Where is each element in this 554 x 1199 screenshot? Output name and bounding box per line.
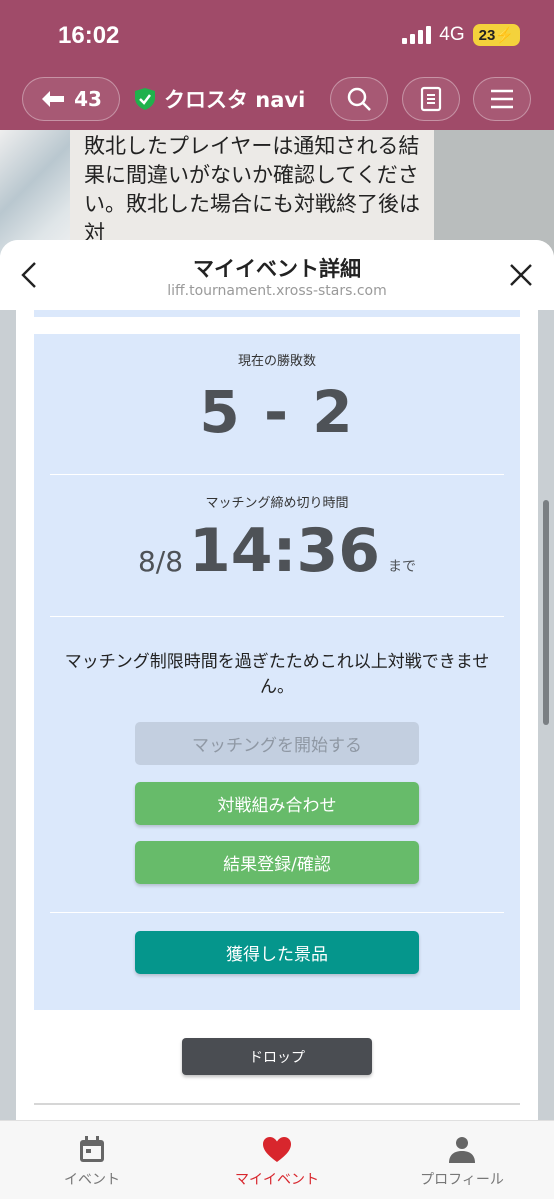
status-indicators: 4G 23⚡ bbox=[402, 24, 520, 46]
status-bar: 16:02 4G 23⚡ bbox=[0, 0, 554, 72]
nav-label-events: イベント bbox=[64, 1172, 120, 1188]
event-detail-page: 現在の勝敗数 5 - 2 マッチング締め切り時間 8/8 14:36 まで マッ… bbox=[16, 310, 538, 1120]
deadline-date: 8/8 bbox=[137, 545, 184, 578]
verified-shield-icon bbox=[135, 88, 155, 110]
nav-label-my-events: マイイベント bbox=[235, 1172, 319, 1188]
sheet-header: マイイベント詳細 liff.tournament.xross-stars.com bbox=[0, 240, 554, 311]
drop-button[interactable]: ドロップ bbox=[182, 1038, 372, 1075]
sheet-url: liff.tournament.xross-stars.com bbox=[167, 283, 387, 299]
deadline-suffix: まで bbox=[388, 559, 417, 575]
unread-count: 43 bbox=[74, 87, 102, 111]
person-icon bbox=[449, 1137, 475, 1163]
nav-item-profile[interactable]: プロフィール bbox=[370, 1121, 554, 1199]
notes-button[interactable] bbox=[402, 77, 460, 121]
search-icon bbox=[347, 87, 371, 111]
prizes-button[interactable]: 獲得した景品 bbox=[135, 931, 419, 974]
network-type: 4G bbox=[439, 24, 465, 45]
signal-icon bbox=[402, 26, 432, 44]
liff-sheet: マイイベント詳細 liff.tournament.xross-stars.com… bbox=[0, 240, 554, 1199]
start-matching-button: マッチングを開始する bbox=[135, 722, 419, 765]
divider bbox=[50, 616, 504, 617]
scrollbar-thumb[interactable] bbox=[543, 500, 549, 725]
pairings-button[interactable]: 対戦組み合わせ bbox=[135, 782, 419, 825]
match-status-panel: 現在の勝敗数 5 - 2 マッチング締め切り時間 8/8 14:36 まで マッ… bbox=[34, 334, 520, 1010]
menu-button[interactable] bbox=[473, 77, 531, 121]
nav-label-profile: プロフィール bbox=[420, 1172, 504, 1188]
nav-item-events[interactable]: イベント bbox=[0, 1121, 184, 1199]
status-time: 16:02 bbox=[58, 22, 120, 49]
back-arrow-icon bbox=[42, 91, 65, 107]
bot-name-label: クロスタ navi bbox=[164, 88, 306, 112]
time-limit-message: マッチング制限時間を過ぎたためこれ以上対戦できません。 bbox=[64, 652, 490, 697]
notes-icon bbox=[420, 86, 442, 112]
divider bbox=[50, 474, 504, 475]
heart-icon bbox=[263, 1137, 291, 1162]
back-to-chats-button[interactable]: 43 bbox=[22, 77, 120, 121]
calendar-icon bbox=[80, 1136, 104, 1162]
sheet-title: マイイベント詳細 bbox=[193, 257, 361, 281]
nav-item-my-events[interactable]: マイイベント bbox=[185, 1121, 369, 1199]
divider bbox=[50, 912, 504, 913]
record-label: 現在の勝敗数 bbox=[237, 354, 316, 369]
battery-icon: 23⚡ bbox=[472, 24, 520, 46]
bottom-navigation: イベント マイイベント プロフィール bbox=[0, 1120, 554, 1199]
win-loss-score: 5 - 2 bbox=[199, 378, 355, 446]
deadline-time: 14:36 bbox=[189, 516, 381, 586]
bot-name[interactable]: クロスタ navi bbox=[134, 84, 305, 114]
result-entry-button[interactable]: 結果登録/確認 bbox=[135, 841, 419, 884]
search-button[interactable] bbox=[330, 77, 388, 121]
sheet-content[interactable]: 現在の勝敗数 5 - 2 マッチング締め切り時間 8/8 14:36 まで マッ… bbox=[0, 310, 554, 1120]
deadline-value: 8/8 14:36 まで bbox=[34, 516, 520, 586]
battery-level: 23 bbox=[478, 27, 496, 44]
hamburger-menu-icon bbox=[491, 89, 513, 109]
deadline-label: マッチング締め切り時間 bbox=[205, 496, 349, 511]
close-icon[interactable] bbox=[508, 262, 534, 288]
